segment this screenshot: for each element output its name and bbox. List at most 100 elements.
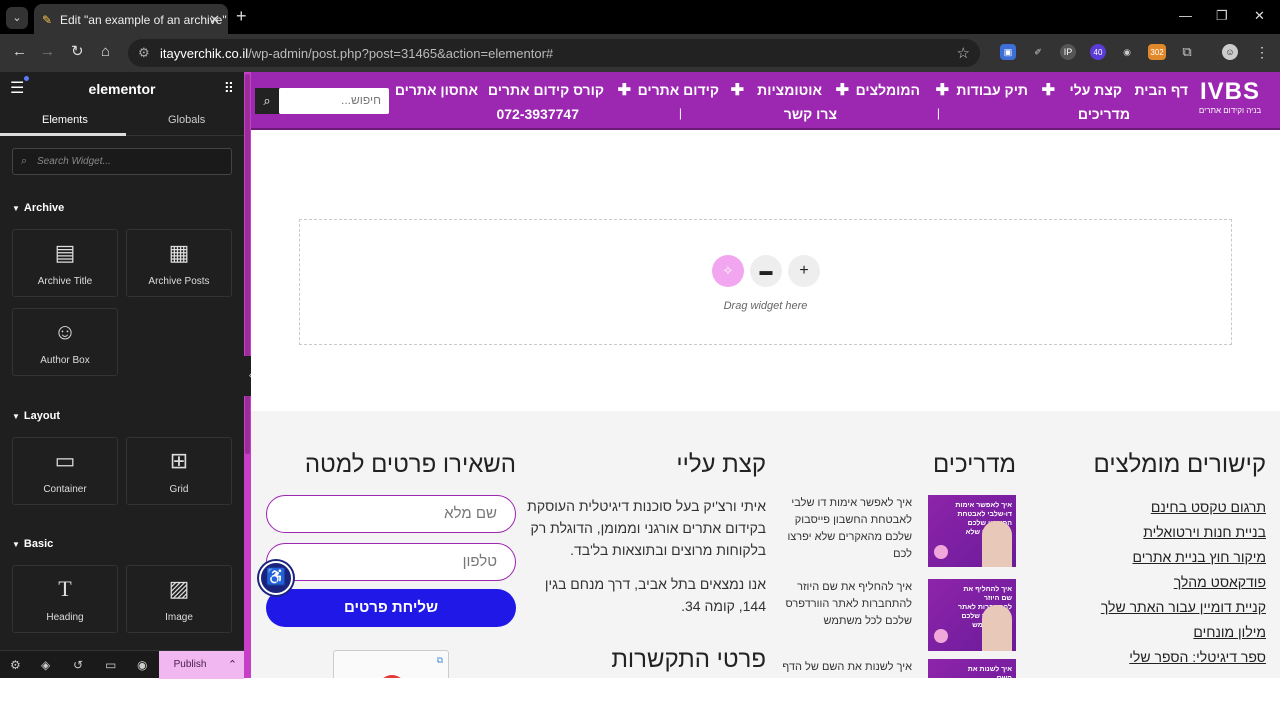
guide-post[interactable]: איך להחליף את שם היוזר להתחברות לאתר הוו… xyxy=(776,579,1016,651)
settings-gear-icon[interactable]: ⚙ xyxy=(10,658,21,672)
logo-tagline: בניה וקידום אתרים xyxy=(1198,106,1262,115)
post-thumbnail: איך לשנות את השם xyxy=(928,659,1016,678)
menu-item-about[interactable]: קצת עלי xyxy=(1070,82,1123,98)
widget-label: Author Box xyxy=(40,355,90,366)
empty-dropzone[interactable]: ✧ ▬ + Drag widget here ☝ xyxy=(299,219,1232,428)
widget-image[interactable]: ▨ Image xyxy=(126,565,232,633)
tab-elements[interactable]: Elements xyxy=(42,114,88,126)
footer-link[interactable]: ספר דיגיטלי: הספר שלי xyxy=(1129,649,1266,665)
restore-icon[interactable]: ❐ xyxy=(1216,8,1228,24)
responsive-mode-icon[interactable]: ▭ xyxy=(105,658,116,672)
menu-item-guides[interactable]: מדריכים xyxy=(1078,106,1130,122)
footer-link[interactable]: בניית חנות וירטואלית xyxy=(1143,524,1266,540)
recaptcha-widget[interactable]: ⧉ xyxy=(333,650,449,678)
history-icon[interactable]: ↺ xyxy=(73,658,83,672)
browser-tab-active[interactable]: ✎ Edit "an example of an archive" ✕ xyxy=(34,4,228,34)
extension-camera-icon[interactable]: ◉ xyxy=(1119,44,1135,60)
footer-link[interactable]: קניית דומיין עבור האתר שלך xyxy=(1101,599,1266,615)
image-icon: ▨ xyxy=(168,576,190,601)
navigator-layers-icon[interactable]: ◈ xyxy=(41,658,50,672)
sparkle-icon: ✧ xyxy=(722,263,734,278)
widget-label: Grid xyxy=(169,484,189,495)
extension-badge-40-icon[interactable]: 40 xyxy=(1090,44,1106,60)
minimize-icon[interactable]: — xyxy=(1179,8,1192,23)
site-logo[interactable]: IVBS בניה וקידום אתרים xyxy=(1194,78,1266,124)
close-window-icon[interactable]: ✕ xyxy=(1254,8,1265,24)
site-search-button[interactable]: ⌕ xyxy=(255,88,279,114)
menu-plus-icon: ✚ xyxy=(935,82,949,99)
menu-item-hosting[interactable]: אחסון אתרים xyxy=(395,82,478,98)
widget-label: Archive Title xyxy=(37,276,93,287)
panel-header: ☰ elementor ⠿ xyxy=(0,72,244,106)
forward-icon[interactable]: → xyxy=(40,44,55,59)
ai-sparkle-button[interactable]: ✧ xyxy=(712,255,744,287)
site-search-placeholder: חיפוש... xyxy=(341,93,381,107)
menu-item-recommended[interactable]: המומלצים xyxy=(856,82,920,98)
accessibility-icon[interactable]: ♿ xyxy=(259,561,293,595)
new-tab-button[interactable]: + xyxy=(236,7,247,25)
add-section-button[interactable]: + xyxy=(788,255,820,287)
footer-link[interactable]: מיקור חוץ בניית אתרים xyxy=(1133,549,1267,565)
widget-archive-title[interactable]: ▤ Archive Title xyxy=(12,229,118,297)
guide-post[interactable]: איך לאפשר אימות דו-שלבי לאבטחת החשבון של… xyxy=(776,495,1016,567)
widget-author-box[interactable]: ☺ Author Box xyxy=(12,308,118,376)
profile-avatar[interactable]: ☺ xyxy=(1222,44,1238,60)
footer-link[interactable]: פודקאסט מהלך xyxy=(1174,574,1266,590)
home-icon[interactable]: ⌂ xyxy=(101,44,110,59)
widget-heading[interactable]: T Heading xyxy=(12,565,118,633)
tab-search-button[interactable]: ⌄ xyxy=(6,7,28,29)
links-title: קישורים מומלצים xyxy=(1093,451,1266,478)
footer-section: קישורים מומלצים תרגום טקסט בחינם בניית ח… xyxy=(251,411,1280,678)
address-bar[interactable]: ⚙ itayverchik.co.il/wp-admin/post.php?po… xyxy=(128,39,980,67)
extension-pen-icon[interactable]: ✐ xyxy=(1030,44,1046,60)
full-name-placeholder: שם מלא xyxy=(444,505,497,522)
search-widget-placeholder: Search Widget... xyxy=(37,156,111,167)
search-widget-input[interactable]: ⌕ Search Widget... xyxy=(12,148,232,175)
full-name-field[interactable]: שם מלא xyxy=(266,495,516,533)
menu-item-home[interactable]: דף הבית xyxy=(1135,82,1188,98)
extension-badge-302: 302 xyxy=(1150,48,1164,57)
extension-badge-302-icon[interactable]: 302 xyxy=(1148,44,1166,60)
footer-link[interactable]: מילון מונחים xyxy=(1193,624,1266,640)
widget-container[interactable]: ▭ Container xyxy=(12,437,118,505)
back-icon[interactable]: ← xyxy=(12,44,27,59)
submit-details-button[interactable]: שליחת פרטים xyxy=(266,589,516,627)
widget-grid[interactable]: ⊞ Grid xyxy=(126,437,232,505)
menu-item-seo[interactable]: קידום אתרים xyxy=(638,82,719,98)
panel-footer: ⚙ ◈ ↺ ▭ ◉ Publish ⌃ xyxy=(0,650,244,679)
footer-link[interactable]: תרגום טקסט בחינם xyxy=(1151,499,1266,515)
phone-field[interactable]: טלפון xyxy=(266,543,516,581)
close-tab-icon[interactable]: ✕ xyxy=(209,12,220,28)
widget-archive-posts[interactable]: ▦ Archive Posts xyxy=(126,229,232,297)
category-basic[interactable]: ▼ Basic xyxy=(12,538,53,550)
post-thumbnail: איך לאפשר אימות דו-שלבי לאבטחת החשבון של… xyxy=(928,495,1016,567)
publish-options-chevron-up-icon[interactable]: ⌃ xyxy=(221,651,244,679)
publish-button[interactable]: Publish xyxy=(159,651,221,679)
guide-post[interactable]: איך לשנות את השם איך לשנות את השם של הדף xyxy=(776,659,1016,678)
extension-ip-icon[interactable]: IP xyxy=(1060,44,1076,60)
bookmark-star-icon[interactable]: ☆ xyxy=(957,44,970,62)
menu-item-seo-course[interactable]: קורס קידום אתרים xyxy=(488,82,604,98)
panel-scrollbar[interactable] xyxy=(245,74,250,454)
plus-icon: + xyxy=(799,262,809,279)
category-archive[interactable]: ▼ Archive xyxy=(12,202,64,214)
reload-icon[interactable]: ↻ xyxy=(71,44,84,59)
extension-translate-icon[interactable]: ▣ xyxy=(1000,44,1016,60)
tab-title: Edit "an example of an archive" xyxy=(60,13,227,27)
menu-item-automations[interactable]: אוטומציות xyxy=(757,82,822,98)
menu-item-contact[interactable]: צרו קשר xyxy=(784,106,837,122)
category-layout[interactable]: ▼ Layout xyxy=(12,410,60,422)
site-info-icon[interactable]: ⚙ xyxy=(138,45,150,61)
preview-eye-icon[interactable]: ◉ xyxy=(137,658,147,672)
site-search-input[interactable]: חיפוש... xyxy=(279,88,389,114)
submit-label: שליחת פרטים xyxy=(343,599,439,616)
template-library-button[interactable]: ▬ xyxy=(750,255,782,287)
browser-menu-icon[interactable]: ⋮ xyxy=(1254,44,1270,60)
elementor-favicon-icon: ✎ xyxy=(42,13,53,27)
menu-item-portfolio[interactable]: תיק עבודות xyxy=(956,82,1028,98)
extensions-puzzle-icon[interactable]: ⧉ xyxy=(1179,44,1195,60)
widgets-grid-icon[interactable]: ⠿ xyxy=(224,81,234,95)
menu-phone[interactable]: 072-3937747 xyxy=(496,106,579,122)
menu-plus-icon: ✚ xyxy=(1041,82,1055,99)
tab-globals[interactable]: Globals xyxy=(168,114,205,126)
